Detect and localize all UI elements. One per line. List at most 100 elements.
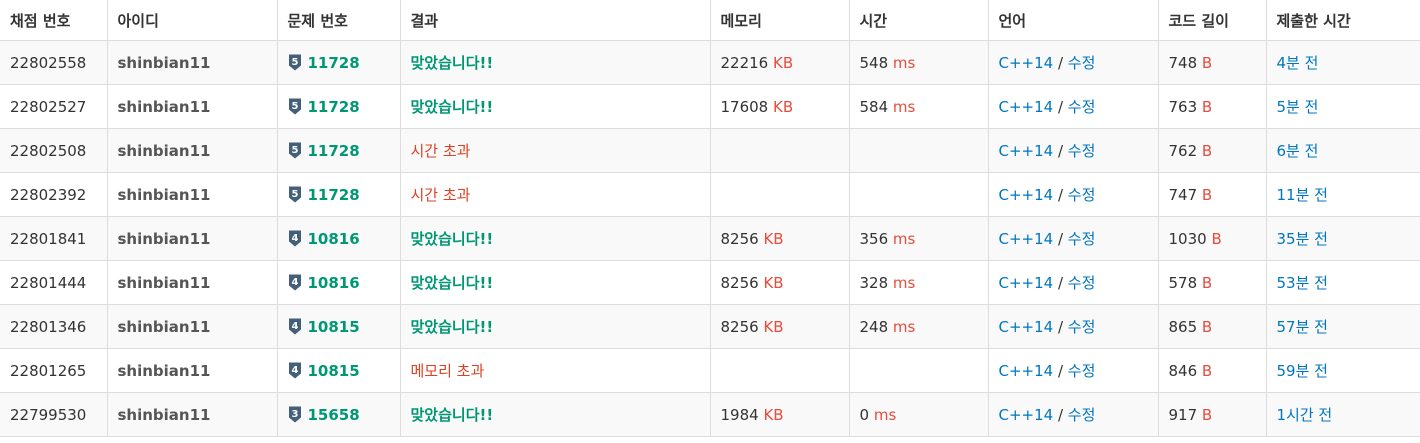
user-id[interactable]: shinbian11 — [118, 230, 211, 248]
result-text: 맞았습니다!! — [410, 318, 494, 336]
memory-value: 1984 — [720, 405, 759, 424]
user-id[interactable]: shinbian11 — [118, 142, 211, 160]
language-cell: C++14 / 수정 — [987, 260, 1159, 305]
language-link[interactable]: C++14 — [999, 274, 1054, 292]
code-length-value: 865 — [1168, 317, 1198, 336]
submitted-at-link[interactable]: 11분 전 — [1277, 186, 1328, 204]
table-row: 22801265 shinbian11 4 10815 메모리 초과 C++14 … — [0, 348, 1420, 393]
user-id-link[interactable]: shinbian11 — [106, 128, 278, 173]
table-row: 22799530 shinbian11 3 15658 맞았습니다!! 1984 … — [0, 392, 1420, 437]
problem-link[interactable]: 10815 — [308, 318, 360, 336]
user-id[interactable]: shinbian11 — [118, 54, 211, 72]
memory-value: 8256 — [720, 273, 759, 292]
tier-badge-icon: 4 — [288, 274, 301, 290]
problem-link[interactable]: 15658 — [308, 406, 360, 424]
time-value: 548 — [859, 53, 889, 72]
language-link[interactable]: C++14 — [999, 362, 1054, 380]
edit-link[interactable]: 수정 — [1068, 54, 1096, 72]
time-cell — [848, 172, 989, 217]
result-text: 맞았습니다!! — [410, 98, 494, 116]
tier-badge-icon: 4 — [288, 362, 301, 378]
time-value: 356 — [859, 229, 889, 248]
problem-cell: 5 11728 — [276, 84, 401, 129]
user-id-link[interactable]: shinbian11 — [106, 348, 278, 393]
code-length-cell: 578 B — [1157, 260, 1267, 305]
problem-link[interactable]: 11728 — [308, 186, 360, 204]
edit-link[interactable]: 수정 — [1068, 186, 1096, 204]
user-id-link[interactable]: shinbian11 — [106, 392, 278, 437]
language-link[interactable]: C++14 — [999, 54, 1054, 72]
user-id-link[interactable]: shinbian11 — [106, 304, 278, 349]
edit-link[interactable]: 수정 — [1068, 142, 1096, 160]
submitted-at-link[interactable]: 35분 전 — [1277, 230, 1328, 248]
code-length-value: 762 — [1168, 141, 1198, 160]
problem-link[interactable]: 11728 — [308, 142, 360, 160]
edit-link[interactable]: 수정 — [1068, 98, 1096, 116]
submission-id: 22802392 — [0, 172, 108, 217]
submitted-at-link[interactable]: 4분 전 — [1277, 54, 1319, 72]
memory-cell — [709, 128, 850, 173]
user-id-link[interactable]: shinbian11 — [106, 84, 278, 129]
memory-unit: KB — [763, 317, 784, 336]
edit-link[interactable]: 수정 — [1068, 274, 1096, 292]
col-header-result: 결과 — [399, 0, 711, 41]
submitted-at-cell: 1시간 전 — [1265, 392, 1420, 437]
tier-badge-icon: 5 — [288, 98, 301, 114]
language-link[interactable]: C++14 — [999, 230, 1054, 248]
edit-link[interactable]: 수정 — [1068, 362, 1096, 380]
submitted-at-link[interactable]: 5분 전 — [1277, 98, 1319, 116]
memory-unit: KB — [763, 229, 784, 248]
language-link[interactable]: C++14 — [999, 142, 1054, 160]
time-cell — [848, 348, 989, 393]
user-id[interactable]: shinbian11 — [118, 186, 211, 204]
language-link[interactable]: C++14 — [999, 318, 1054, 336]
submission-id: 22801444 — [0, 260, 108, 305]
problem-cell: 5 11728 — [276, 172, 401, 217]
user-id-link[interactable]: shinbian11 — [106, 216, 278, 261]
header-row: 채점 번호 아이디 문제 번호 결과 메모리 시간 언어 코드 길이 제출한 시… — [0, 0, 1420, 41]
user-id-link[interactable]: shinbian11 — [106, 260, 278, 305]
submitted-at-link[interactable]: 1시간 전 — [1277, 406, 1333, 424]
code-length-unit: B — [1201, 97, 1213, 116]
code-length-cell: 846 B — [1157, 348, 1267, 393]
submission-id: 22801265 — [0, 348, 108, 393]
language-link[interactable]: C++14 — [999, 406, 1054, 424]
submitted-at-link[interactable]: 53분 전 — [1277, 274, 1328, 292]
table-row: 22802558 shinbian11 5 11728 맞았습니다!! 22216… — [0, 40, 1420, 85]
problem-cell: 4 10815 — [276, 348, 401, 393]
problem-link[interactable]: 11728 — [308, 54, 360, 72]
user-id[interactable]: shinbian11 — [118, 362, 211, 380]
user-id[interactable]: shinbian11 — [118, 318, 211, 336]
submission-id: 22799530 — [0, 392, 108, 437]
result-cell: 시간 초과 — [399, 172, 711, 217]
submitted-at-link[interactable]: 57분 전 — [1277, 318, 1328, 336]
user-id[interactable]: shinbian11 — [118, 406, 211, 424]
user-id[interactable]: shinbian11 — [118, 98, 211, 116]
tier-level: 4 — [291, 365, 298, 376]
language-link[interactable]: C++14 — [999, 186, 1054, 204]
submitted-at-link[interactable]: 6분 전 — [1277, 142, 1319, 160]
col-header-language: 언어 — [987, 0, 1159, 41]
code-length-cell: 1030 B — [1157, 216, 1267, 261]
result-text: 맞았습니다!! — [410, 54, 494, 72]
edit-link[interactable]: 수정 — [1068, 406, 1096, 424]
edit-link[interactable]: 수정 — [1068, 230, 1096, 248]
language-separator: / — [1053, 274, 1068, 292]
time-value: 328 — [859, 273, 889, 292]
problem-link[interactable]: 10815 — [308, 362, 360, 380]
time-value: 0 — [859, 405, 870, 424]
edit-link[interactable]: 수정 — [1068, 318, 1096, 336]
problem-link[interactable]: 10816 — [308, 274, 360, 292]
result-cell: 시간 초과 — [399, 128, 711, 173]
language-link[interactable]: C++14 — [999, 98, 1054, 116]
col-header-code-length: 코드 길이 — [1157, 0, 1267, 41]
user-id-link[interactable]: shinbian11 — [106, 40, 278, 85]
result-cell: 맞았습니다!! — [399, 392, 711, 437]
problem-link[interactable]: 10816 — [308, 230, 360, 248]
problem-link[interactable]: 11728 — [308, 98, 360, 116]
user-id-link[interactable]: shinbian11 — [106, 172, 278, 217]
submitted-at-link[interactable]: 59분 전 — [1277, 362, 1328, 380]
submission-id: 22802558 — [0, 40, 108, 85]
user-id[interactable]: shinbian11 — [118, 274, 211, 292]
submission-id: 22802527 — [0, 84, 108, 129]
